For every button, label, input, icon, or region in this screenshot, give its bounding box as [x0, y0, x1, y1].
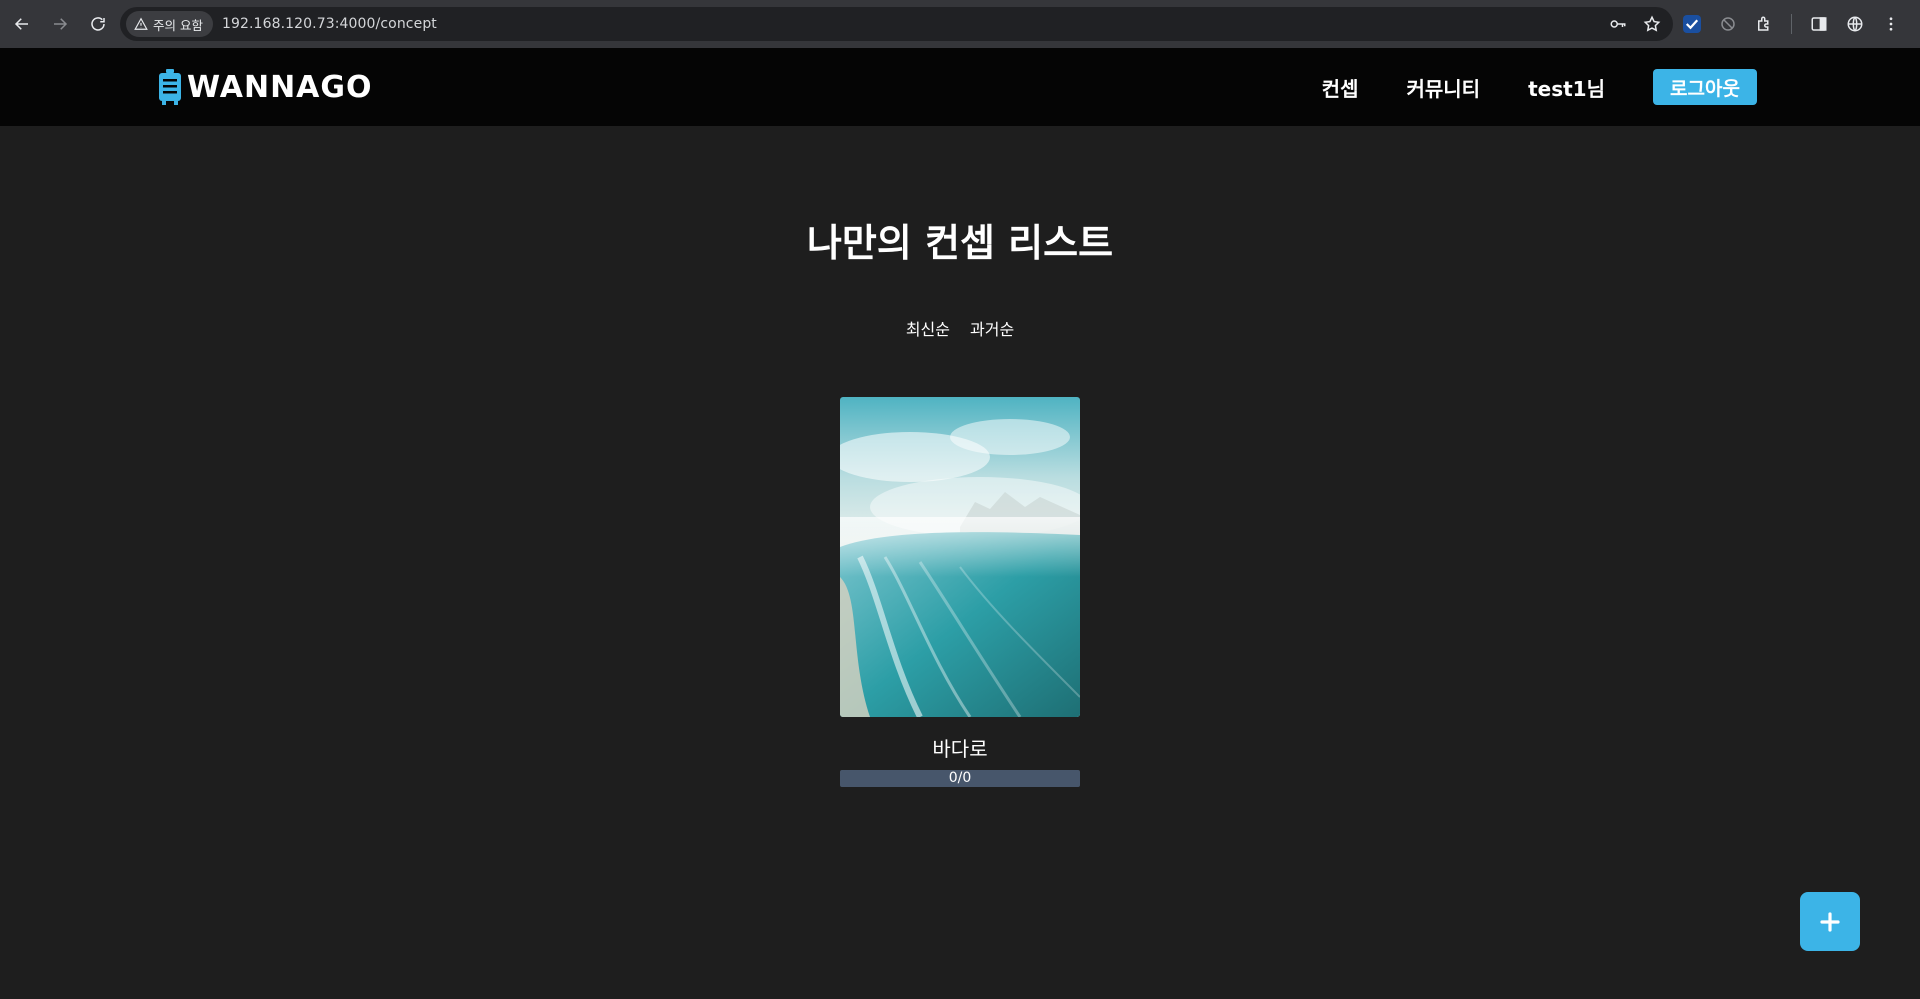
- security-warning-text: 주의 요함: [153, 17, 203, 33]
- reload-button[interactable]: [80, 6, 116, 42]
- reload-icon: [91, 17, 105, 31]
- plus-icon: [1820, 911, 1840, 932]
- url-text[interactable]: 192.168.120.73:4000/concept: [222, 16, 437, 32]
- logo-text: WANNAGO: [187, 69, 373, 105]
- nav-community[interactable]: 커뮤니티: [1406, 73, 1480, 102]
- card-thumbnail[interactable]: [840, 397, 1080, 717]
- page-title: 나만의 컨셉 리스트: [806, 221, 1114, 265]
- sort-newest[interactable]: 최신순: [906, 316, 950, 340]
- browser-toolbar: 주의 요함 192.168.120.73:4000/concept: [0, 0, 1920, 48]
- extension-disabled-icon[interactable]: [1719, 15, 1737, 33]
- sort-oldest[interactable]: 과거순: [970, 316, 1014, 340]
- concept-card[interactable]: 바다로 0/0: [840, 397, 1080, 787]
- side-panel-icon[interactable]: [1810, 15, 1828, 33]
- nav-user[interactable]: test1님: [1528, 73, 1605, 102]
- menu-dots-icon[interactable]: [1882, 15, 1900, 33]
- extension-check-icon[interactable]: [1683, 15, 1701, 33]
- progress-bar: 0/0: [840, 770, 1080, 787]
- suitcase-icon: [159, 69, 181, 105]
- security-warning-chip[interactable]: 주의 요함: [126, 11, 213, 37]
- nav-concept[interactable]: 컨셉: [1322, 73, 1359, 102]
- sort-options: 최신순 과거순: [0, 316, 1920, 340]
- add-concept-button[interactable]: [1800, 892, 1860, 951]
- toolbar-divider: [1791, 14, 1792, 34]
- puzzle-icon[interactable]: [1755, 15, 1773, 33]
- address-bar[interactable]: 주의 요함 192.168.120.73:4000/concept: [120, 7, 1673, 41]
- key-icon[interactable]: [1609, 15, 1627, 33]
- progress-text: 0/0: [948, 770, 972, 786]
- arrow-right-icon: [54, 18, 68, 30]
- site-logo[interactable]: WANNAGO: [159, 69, 373, 105]
- arrow-left-icon: [14, 18, 28, 30]
- card-title: 바다로: [932, 737, 988, 761]
- forward-button[interactable]: [42, 6, 78, 42]
- site-header: WANNAGO 컨셉 커뮤니티 test1님 로그아웃: [0, 48, 1920, 126]
- logout-button[interactable]: 로그아웃: [1653, 69, 1757, 105]
- back-button[interactable]: [4, 6, 40, 42]
- star-icon[interactable]: [1643, 15, 1661, 33]
- profile-avatar-icon[interactable]: [1846, 15, 1864, 33]
- warning-triangle-icon: [134, 17, 148, 30]
- site-nav: 컨셉 커뮤니티 test1님 로그아웃: [1322, 48, 1757, 126]
